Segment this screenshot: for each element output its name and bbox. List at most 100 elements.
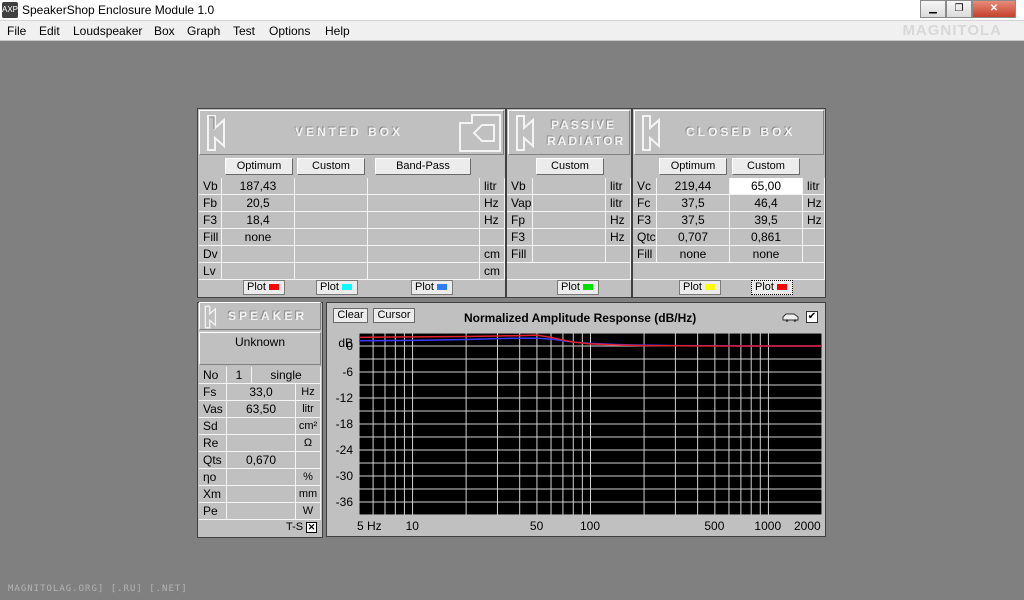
vented-bandpass-value[interactable] [368, 246, 480, 263]
speaker-param-value[interactable] [227, 486, 296, 503]
cursor-button[interactable]: Cursor [373, 308, 415, 323]
menu-edit[interactable]: Edit [39, 24, 60, 38]
vented-custom-value[interactable] [295, 263, 368, 280]
passive-unit: Hz [606, 229, 631, 246]
speaker-param-unit: mm [296, 486, 321, 503]
passive-unit: litr [606, 178, 631, 195]
amplitude-response-chart[interactable] [359, 333, 822, 515]
maximize-icon[interactable]: ❐ [946, 0, 972, 18]
yellow-swatch-icon [704, 284, 715, 291]
clear-button[interactable]: Clear [333, 308, 368, 323]
speaker-name-box[interactable]: Unknown [199, 332, 321, 365]
closed-empty-row [633, 263, 825, 280]
passive-custom-value[interactable] [533, 195, 606, 212]
vented-unit: Hz [480, 212, 505, 229]
car-icon[interactable] [782, 313, 800, 322]
speaker-param-label: Fs [199, 384, 227, 401]
vented-optimum-value: 20,5 [222, 195, 295, 212]
minimize-icon[interactable]: ▁ [920, 0, 946, 18]
vented-bandpass-value[interactable] [368, 178, 480, 195]
watermark-top: MAGNITOLA [902, 22, 1002, 39]
y-tick-label: -24 [335, 443, 353, 457]
speaker-logo-icon [642, 115, 660, 151]
speaker-name: Unknown [234, 335, 286, 349]
vented-bandpass-value[interactable] [368, 195, 480, 212]
closed-optimum-plot-button[interactable]: Plot [679, 280, 721, 295]
passive-custom-value[interactable] [533, 178, 606, 195]
closed-custom-button[interactable]: Custom [732, 158, 800, 175]
passive-radiator-title-line1: PASSIVE [551, 118, 617, 132]
closed-unit: litr [803, 178, 825, 195]
passive-param-label: Vap [507, 195, 533, 212]
vented-optimum-plot-button[interactable]: Plot [243, 280, 285, 295]
vented-custom-plot-button[interactable]: Plot [316, 280, 358, 295]
graph-checkbox[interactable]: ✔ [806, 311, 818, 323]
window-controls: ▁ ❐ ✕ [920, 0, 1016, 18]
speaker-param-label: Xm [199, 486, 227, 503]
speaker-param-value[interactable] [227, 418, 296, 435]
closed-custom-value[interactable]: 65,00 [730, 178, 803, 195]
x-tick-label: 100 [580, 519, 601, 533]
speaker-no-value[interactable]: 1 [227, 367, 252, 384]
speaker-mode[interactable]: single [252, 367, 321, 384]
ts-checkbox[interactable]: ✕ [306, 522, 317, 533]
red-swatch-icon [268, 284, 279, 291]
speaker-param-unit [296, 452, 321, 469]
vented-optimum-value: 187,43 [222, 178, 295, 195]
vented-custom-value[interactable] [295, 178, 368, 195]
vented-bandpass-value[interactable] [368, 263, 480, 280]
menu-box[interactable]: Box [154, 24, 175, 38]
ts-label: T-S [286, 521, 304, 533]
plot-label: Plot [320, 281, 339, 293]
speaker-param-label: Sd [199, 418, 227, 435]
menu-graph[interactable]: Graph [187, 24, 220, 38]
vented-custom-button[interactable]: Custom [297, 158, 365, 175]
speaker-param-value[interactable]: 63,50 [227, 401, 296, 418]
closed-custom-plot-button[interactable]: Plot [751, 280, 793, 295]
passive-plot-button[interactable]: Plot [557, 280, 599, 295]
passive-param-label: Fp [507, 212, 533, 229]
vented-custom-value[interactable] [295, 212, 368, 229]
plot-label: Plot [415, 281, 434, 293]
x-tick-label: 500 [704, 519, 725, 533]
speaker-title: SPEAKER [228, 309, 308, 323]
vented-param-label: Fill [199, 229, 222, 246]
speaker-param-label: Vas [199, 401, 227, 418]
menu-options[interactable]: Options [269, 24, 310, 38]
x-tick-label: 10 [405, 519, 419, 533]
passive-custom-value[interactable] [533, 229, 606, 246]
vented-bandpass-plot-button[interactable]: Plot [411, 280, 453, 295]
speaker-param-value[interactable] [227, 503, 296, 520]
menu-loudspeaker[interactable]: Loudspeaker [73, 24, 142, 38]
vented-bandpass-button[interactable]: Band-Pass [375, 158, 471, 175]
red-swatch-icon [776, 284, 787, 291]
vented-optimum-button[interactable]: Optimum [225, 158, 293, 175]
speaker-param-value[interactable] [227, 435, 296, 452]
passive-unit: Hz [606, 212, 631, 229]
vented-unit: litr [480, 178, 505, 195]
x-tick-label: 1000 [754, 519, 782, 533]
passive-custom-value[interactable] [533, 212, 606, 229]
menu-help[interactable]: Help [325, 24, 350, 38]
closed-optimum-button[interactable]: Optimum [659, 158, 727, 175]
watermark-bottom: MAGNITOLAG.ORG] [.RU] [.NET] [8, 584, 188, 594]
speaker-param-value[interactable]: 0,670 [227, 452, 296, 469]
passive-custom-value[interactable] [533, 246, 606, 263]
speaker-param-unit: Ω [296, 435, 321, 452]
menu-test[interactable]: Test [233, 24, 255, 38]
vented-custom-value[interactable] [295, 195, 368, 212]
vented-bandpass-value[interactable] [368, 212, 480, 229]
vented-optimum-value [222, 246, 295, 263]
vented-custom-value[interactable] [295, 229, 368, 246]
vented-custom-value[interactable] [295, 246, 368, 263]
y-tick-label: -12 [335, 391, 353, 405]
closed-custom-value: 39,5 [730, 212, 803, 229]
speaker-param-label: Pe [199, 503, 227, 520]
menu-file[interactable]: File [7, 24, 26, 38]
speaker-param-value[interactable] [227, 469, 296, 486]
vented-bandpass-value[interactable] [368, 229, 480, 246]
menu-bar: File Edit Loudspeaker Box Graph Test Opt… [0, 21, 1024, 41]
speaker-param-value[interactable]: 33,0 [227, 384, 296, 401]
passive-custom-button[interactable]: Custom [536, 158, 604, 175]
close-icon[interactable]: ✕ [972, 0, 1016, 18]
